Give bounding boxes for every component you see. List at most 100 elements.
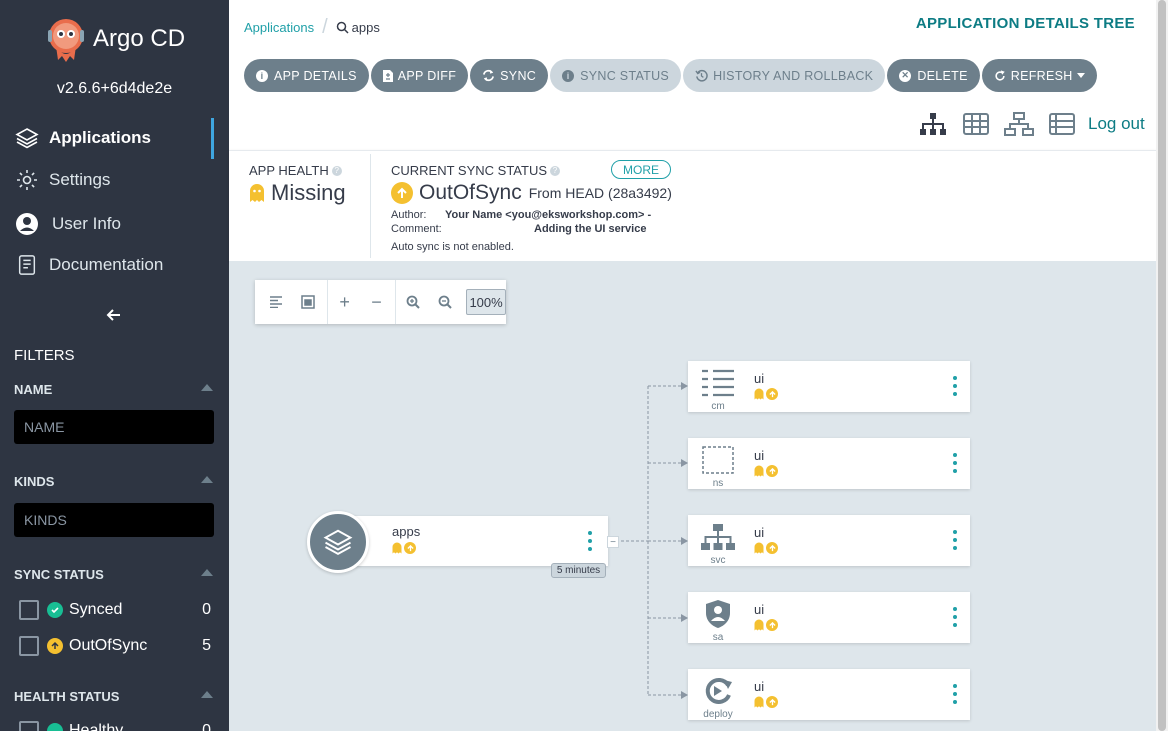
scrollbar[interactable] — [1156, 0, 1168, 731]
list-view-icon[interactable] — [1047, 111, 1077, 137]
app-node-name: apps — [392, 524, 421, 539]
collapse-node-button[interactable]: − — [607, 536, 619, 548]
scrollbar-thumb[interactable] — [1158, 0, 1166, 731]
divider — [370, 154, 371, 258]
file-diff-icon — [382, 69, 393, 82]
caret-up-icon[interactable] — [201, 569, 213, 576]
namespace-icon — [698, 444, 738, 476]
caret-down-icon — [1076, 73, 1085, 78]
layers-icon — [14, 125, 40, 151]
app-health-value: Missing — [271, 180, 346, 205]
sync-status-button[interactable]: i SYNC STATUS — [550, 59, 682, 92]
heart-icon — [47, 723, 63, 731]
caret-up-icon[interactable] — [201, 476, 213, 483]
ghost-icon — [754, 465, 764, 477]
more-button[interactable]: MORE — [611, 160, 671, 179]
refresh-button[interactable]: REFRESH — [981, 59, 1097, 92]
sidebar-item-label: User Info — [52, 214, 121, 233]
arrow-up-circle-icon — [766, 696, 778, 708]
help-icon[interactable]: ? — [331, 165, 342, 176]
caret-up-icon[interactable] — [201, 691, 213, 698]
check-circle-icon — [47, 602, 63, 618]
resource-node-svc[interactable]: svc ui — [688, 515, 970, 566]
tree-view-icon[interactable] — [918, 111, 948, 137]
sidebar-item-label: Applications — [49, 128, 152, 147]
breadcrumb-applications-link[interactable]: Applications — [244, 20, 314, 35]
sidebar-item-applications[interactable]: Applications — [14, 123, 151, 153]
caret-up-icon[interactable] — [201, 384, 213, 391]
kinds-filter-input[interactable] — [14, 503, 214, 537]
kebab-menu-icon[interactable] — [950, 530, 960, 550]
name-filter-input[interactable] — [14, 410, 214, 444]
checkbox[interactable] — [19, 721, 39, 731]
resource-node-cm[interactable]: cm ui — [688, 361, 970, 412]
resource-node-sa[interactable]: sa ui — [688, 592, 970, 643]
checkbox[interactable] — [19, 600, 39, 620]
author-label: Author: — [391, 209, 427, 221]
sidebar-item-documentation[interactable]: Documentation — [14, 250, 163, 280]
resource-name: ui — [754, 525, 765, 540]
app-node-age: 5 minutes — [551, 563, 606, 578]
history-and-rollback-button[interactable]: HISTORY AND ROLLBACK — [683, 59, 886, 92]
user-circle-icon — [14, 211, 40, 237]
ghost-icon — [754, 542, 764, 554]
auto-sync-note: Auto sync is not enabled. — [391, 241, 514, 253]
button-label: APP DIFF — [397, 68, 457, 83]
app-diff-button[interactable]: APP DIFF — [370, 59, 469, 92]
resource-node-deploy[interactable]: deploy ui — [688, 669, 970, 720]
pods-view-icon[interactable] — [961, 111, 991, 137]
filter-label: OutOfSync — [69, 637, 148, 654]
sidebar-item-settings[interactable]: Settings — [14, 165, 110, 195]
filters-title: FILTERS — [14, 347, 75, 364]
checkbox[interactable] — [19, 636, 39, 656]
sync-revision: From HEAD (28a3492) — [528, 185, 672, 201]
resource-kind: deploy — [703, 709, 733, 720]
service-account-icon — [698, 598, 738, 630]
arrow-up-circle-icon — [766, 542, 778, 554]
kebab-menu-icon[interactable] — [950, 607, 960, 627]
history-icon — [695, 69, 708, 82]
resource-kind: svc — [710, 555, 726, 566]
help-icon[interactable]: ? — [550, 165, 561, 176]
nav-active-indicator — [211, 118, 214, 159]
sync-button[interactable]: SYNC — [470, 59, 549, 92]
button-label: DELETE — [917, 68, 968, 83]
tree-edges — [621, 382, 688, 699]
filter-outofsync[interactable]: OutOfSync 5 — [19, 635, 211, 657]
deployment-icon — [698, 675, 738, 707]
app-health-label: APP HEALTH — [249, 163, 329, 178]
resource-node-ns[interactable]: ns ui — [688, 438, 970, 489]
version-label: v2.6.6+6d4de2e — [56, 80, 173, 97]
filter-synced[interactable]: Synced 0 — [19, 599, 211, 621]
kebab-menu-icon[interactable] — [950, 453, 960, 473]
main-content: Applications / apps APPLICATION DETAILS … — [229, 0, 1156, 731]
filter-count: 0 — [202, 722, 211, 731]
search-icon — [336, 21, 349, 34]
name-filter-label: NAME — [14, 382, 53, 397]
kebab-menu-icon[interactable] — [950, 376, 960, 396]
sync-icon — [483, 69, 495, 82]
layers-icon — [307, 511, 369, 573]
kebab-menu-icon[interactable] — [950, 684, 960, 704]
arrow-up-circle-icon — [47, 638, 63, 654]
kebab-menu-icon[interactable] — [585, 531, 595, 551]
arrow-up-circle-icon — [404, 542, 416, 554]
collapse-sidebar-arrow-icon[interactable] — [104, 305, 124, 325]
filter-label: Healthy — [69, 722, 124, 731]
app-node-card[interactable] — [339, 516, 608, 566]
page-title: APPLICATION DETAILS TREE — [915, 15, 1135, 32]
resource-status — [754, 465, 778, 477]
filter-healthy[interactable]: Healthy 0 — [19, 720, 211, 731]
breadcrumb-separator: / — [322, 16, 328, 38]
app-details-button[interactable]: i APP DETAILS — [244, 59, 369, 92]
logout-link[interactable]: Log out — [1088, 114, 1145, 134]
resource-kind: sa — [712, 632, 724, 643]
delete-button[interactable]: ✕ DELETE — [887, 59, 980, 92]
app-health-label-row: APP HEALTH ? — [249, 163, 346, 178]
resource-name: ui — [754, 448, 765, 463]
arrow-up-circle-icon — [766, 465, 778, 477]
button-label: SYNC STATUS — [580, 68, 670, 83]
network-view-icon[interactable] — [1004, 111, 1034, 137]
sidebar-item-user-info[interactable]: User Info — [14, 209, 121, 239]
resource-name: ui — [754, 679, 765, 694]
